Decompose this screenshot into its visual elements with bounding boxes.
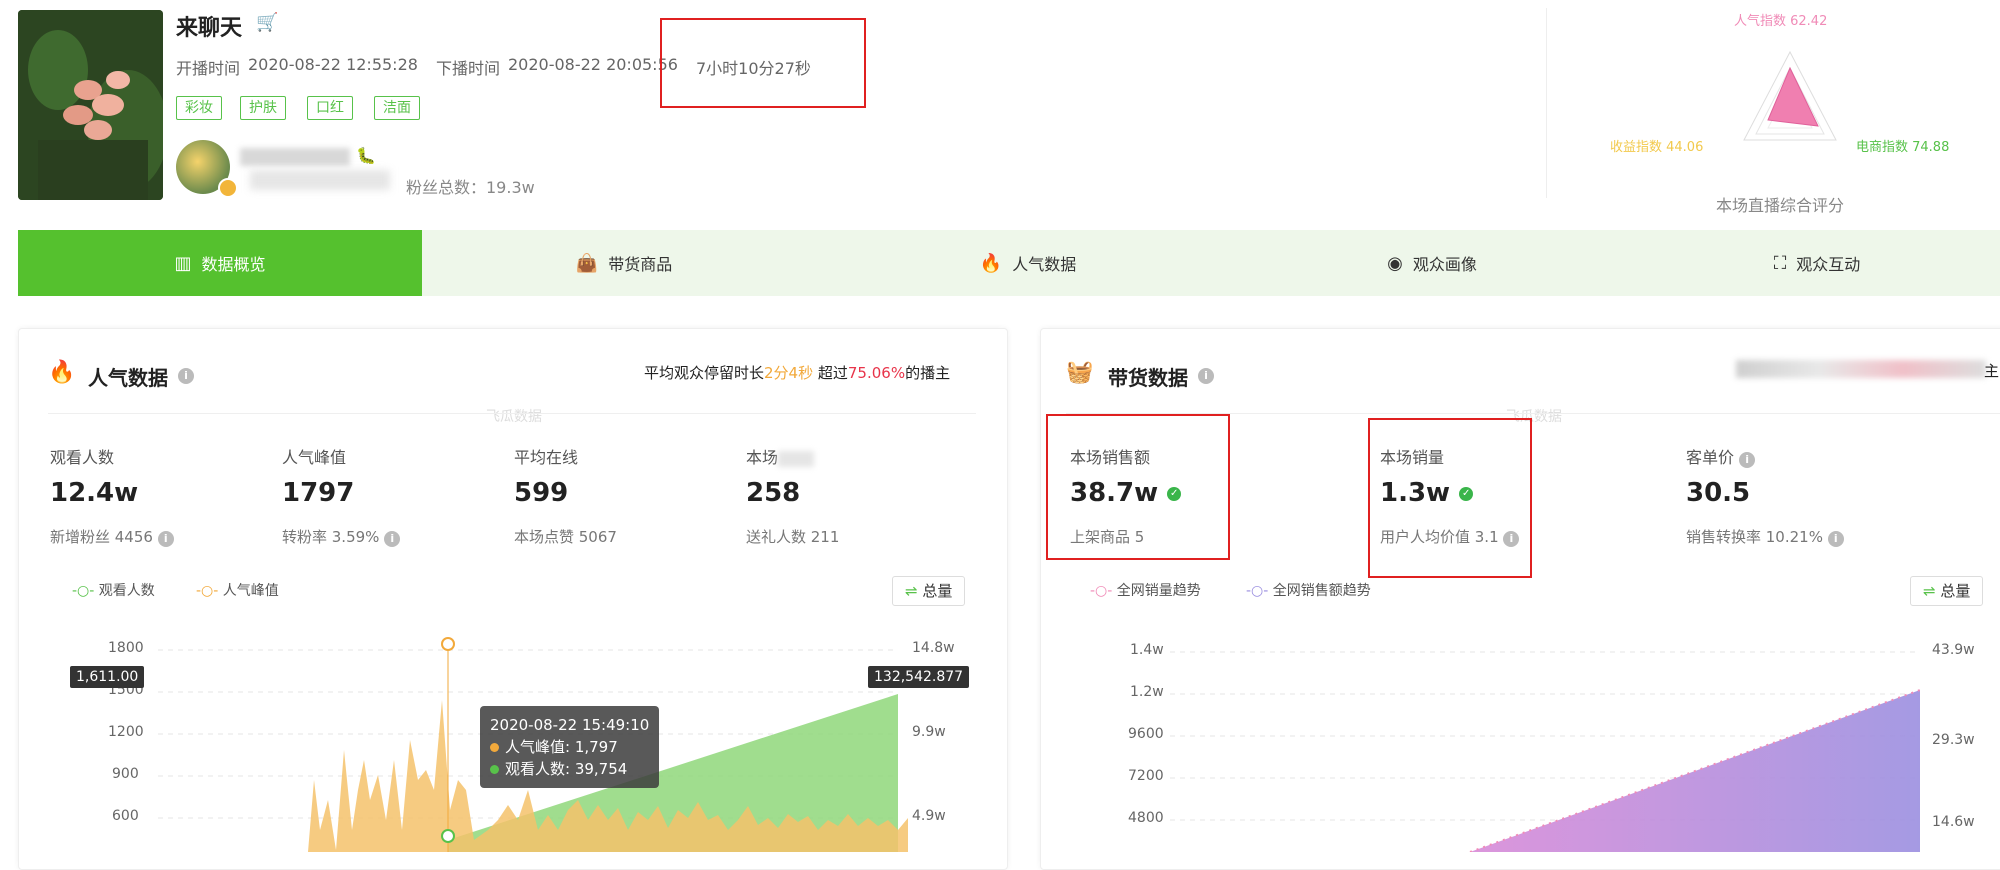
bar-chart-icon: ▥ [174, 252, 192, 274]
metric-value: 258 [746, 478, 801, 508]
tag-lipstick[interactable]: 口红 [307, 96, 353, 120]
metric-label: 观看人数 [50, 448, 115, 467]
end-time-label: 下播时间 [436, 59, 501, 78]
y2-tick: 9.9w [912, 724, 946, 740]
interaction-icon: ⛶ [1773, 252, 1787, 274]
y2-tick: 29.3w [1932, 732, 1975, 748]
basket-icon: 🧺 [1066, 360, 1094, 385]
portrait-icon: ◉ [1387, 252, 1403, 274]
y-tick: 1.2w [1130, 684, 1164, 700]
radar-income-label: 收益指数 44.06 [1610, 140, 1704, 155]
start-time-label: 开播时间 [176, 59, 241, 78]
y2-tick: 43.9w [1932, 642, 1975, 658]
metric-label: 人气峰值 [282, 448, 347, 467]
y-tick: 900 [112, 766, 139, 782]
total-button[interactable]: ⇌ 总量 [892, 576, 966, 606]
metric-label: 本场 [746, 444, 815, 468]
fans-count: 粉丝总数：19.3w [406, 178, 535, 197]
y2-tick: 14.6w [1932, 814, 1975, 830]
blurred-summary [1736, 360, 1986, 378]
highlight-box-sales-amount [1046, 414, 1230, 560]
radar-chart [1743, 50, 1837, 141]
flower-image [18, 10, 163, 200]
info-icon[interactable]: i [1198, 368, 1214, 384]
sales-title: 带货数据 [1108, 366, 1188, 390]
legend-sales-amount[interactable]: -○- 全网销售额趋势 [1246, 580, 1371, 600]
metric-label: 客单价 i [1686, 444, 1756, 468]
info-icon[interactable]: i [178, 368, 194, 384]
y-tick: 4800 [1128, 810, 1164, 826]
popularity-title: 人气数据 [88, 366, 168, 390]
tab-audience-interaction[interactable]: ⛶ 观众互动 [1634, 230, 2000, 296]
blurred-account-id [250, 170, 390, 190]
section-divider [48, 413, 976, 414]
tab-popularity[interactable]: 🔥 人气数据 [826, 230, 1230, 296]
radar-ecommerce-label: 电商指数 74.88 [1856, 140, 1950, 155]
summary-suffix: 主 [1984, 362, 2000, 380]
metric-sub: 送礼人数 211 [746, 528, 840, 546]
metric-value: 1797 [282, 478, 355, 508]
highlight-box-sales-volume [1368, 418, 1532, 578]
tab-audience-portrait[interactable]: ◉ 观众画像 [1230, 230, 1634, 296]
metric-value: 12.4w [50, 478, 139, 508]
tag-cleanser[interactable]: 洁面 [374, 96, 420, 120]
axis-pointer-right: 132,542.877 [868, 666, 970, 688]
caterpillar-icon: 🐛 [356, 146, 376, 165]
radar-caption: 本场直播综合评分 [1716, 196, 1845, 215]
verified-badge-icon [218, 178, 238, 198]
y-tick: 1800 [108, 640, 144, 656]
stream-title: 来聊天 [176, 16, 243, 41]
y2-tick: 4.9w [912, 808, 946, 824]
y2-tick: 14.8w [912, 640, 955, 656]
bag-icon: 👜 [575, 252, 599, 274]
metric-sub: 新增粉丝 4456 i [50, 526, 174, 547]
stream-cover-thumbnail[interactable] [18, 10, 163, 200]
watermark: 飞瓜数据 [486, 409, 542, 425]
metric-sub: 转粉率 3.59% i [282, 526, 401, 547]
total-button[interactable]: ⇌ 总量 [1910, 576, 1984, 606]
metric-label: 平均在线 [514, 448, 579, 467]
sales-chart [1170, 651, 1921, 852]
flame-icon: 🔥 [48, 360, 76, 385]
end-time: 2020-08-22 20:05:56 [508, 55, 678, 74]
metric-value: 599 [514, 478, 569, 508]
filter-icon: ⇌ [905, 582, 918, 600]
tab-goods[interactable]: 👜 带货商品 [422, 230, 826, 296]
filter-icon: ⇌ [1923, 582, 1936, 600]
flame-icon: 🔥 [979, 252, 1003, 274]
y-tick: 9600 [1128, 726, 1164, 742]
header-divider [1546, 8, 1547, 198]
info-icon[interactable]: i [1827, 531, 1844, 547]
tag-makeup[interactable]: 彩妆 [176, 96, 222, 120]
y-tick: 7200 [1128, 768, 1164, 784]
radar-popularity-label: 人气指数 62.42 [1734, 14, 1828, 29]
tag-skincare[interactable]: 护肤 [240, 96, 286, 120]
blurred-username [240, 148, 350, 166]
y-tick: 1200 [108, 724, 144, 740]
y-tick: 1.4w [1130, 642, 1164, 658]
chart-tooltip: 2020-08-22 15:49:10 人气峰值: 1,797 观看人数: 39… [480, 706, 660, 788]
metric-value: 30.5 [1686, 478, 1751, 508]
info-icon[interactable]: i [157, 531, 174, 547]
stay-summary: 平均观众停留时长2分4秒 超过75.06%的播主 [644, 364, 951, 382]
metric-sub: 销售转换率 10.21% i [1686, 526, 1844, 547]
cart-icon[interactable]: 🛒 [256, 12, 278, 33]
metric-sub: 本场点赞 5067 [514, 528, 617, 546]
legend-peak[interactable]: -○- 人气峰值 [196, 580, 279, 600]
highlight-box-duration [660, 18, 866, 108]
tab-data-overview[interactable]: ▥ 数据概览 [18, 230, 422, 296]
legend-viewers[interactable]: -○- 观看人数 [72, 580, 155, 600]
legend-sales-volume[interactable]: -○- 全网销量趋势 [1090, 580, 1201, 600]
y-tick: 600 [112, 808, 139, 824]
info-icon[interactable]: i [384, 531, 401, 547]
info-icon[interactable]: i [1739, 452, 1756, 468]
start-time: 2020-08-22 12:55:28 [248, 55, 418, 74]
axis-pointer-left: 1,611.00 [70, 666, 145, 688]
